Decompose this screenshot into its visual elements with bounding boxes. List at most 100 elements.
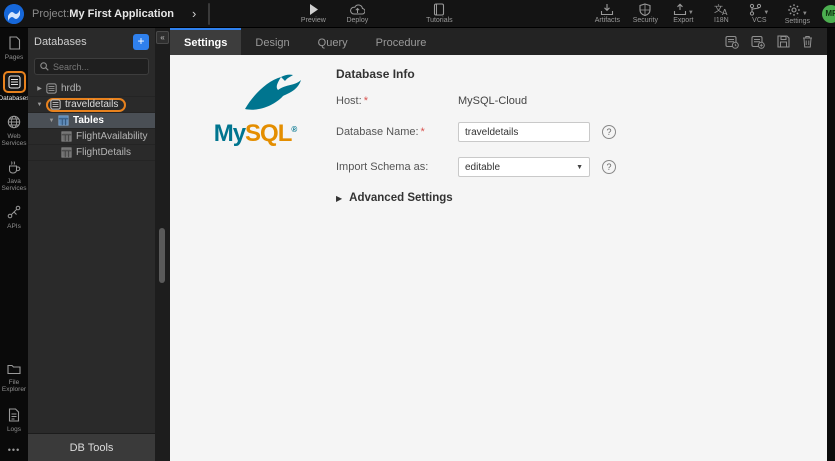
panel-collapse-strip: « xyxy=(155,28,170,461)
security-button[interactable]: Security xyxy=(630,3,660,24)
vcs-button[interactable]: ▼ VCS xyxy=(744,3,774,24)
help-icon[interactable]: ? xyxy=(602,125,616,139)
databases-panel: Databases + ▶ hrdb ▼ traveldetails ▼ xyxy=(28,28,155,461)
database-search[interactable] xyxy=(34,58,149,75)
add-database-button[interactable]: + xyxy=(133,34,149,50)
sidebar-item-apis[interactable]: APIs xyxy=(0,203,28,230)
database-icon xyxy=(50,99,61,110)
branch-icon xyxy=(750,3,762,16)
search-icon xyxy=(40,62,49,71)
page-icon xyxy=(209,4,210,24)
host-row: Host: * MySQL-Cloud xyxy=(336,95,616,107)
gear-icon xyxy=(788,3,800,16)
database-sync-icon xyxy=(751,35,765,49)
save-button[interactable] xyxy=(777,35,790,48)
database-icon xyxy=(46,83,57,94)
globe-icon xyxy=(4,113,24,131)
preview-button[interactable]: Preview xyxy=(298,3,328,24)
tree-item-hrdb[interactable]: ▶ hrdb xyxy=(28,81,155,97)
main-area: Settings Design Query Procedure MySQL® D… xyxy=(170,28,827,461)
breadcrumb-chevron-icon: › xyxy=(192,6,197,21)
log-file-icon xyxy=(5,406,23,424)
page-icon xyxy=(5,34,24,52)
required-asterisk: * xyxy=(363,95,368,107)
table-icon xyxy=(61,131,72,142)
database-name-input[interactable] xyxy=(458,122,590,142)
translate-icon: 文A xyxy=(714,3,728,16)
scrollbar-thumb[interactable] xyxy=(159,228,165,283)
delete-button[interactable] xyxy=(802,35,813,48)
api-connector-icon xyxy=(4,203,24,221)
cloud-upload-icon xyxy=(349,4,365,15)
sidebar-more-button[interactable]: ••• xyxy=(8,445,20,459)
tab-settings[interactable]: Settings xyxy=(170,28,242,55)
search-input[interactable] xyxy=(53,61,143,72)
svg-text:A: A xyxy=(722,8,728,16)
table-icon xyxy=(61,147,72,158)
table-icon xyxy=(58,115,69,126)
tab-query[interactable]: Query xyxy=(304,28,362,55)
artifacts-button[interactable]: Artifacts xyxy=(592,3,622,24)
tree-item-flightavailability[interactable]: FlightAvailability xyxy=(28,129,155,145)
coffee-cup-icon xyxy=(4,158,24,176)
export-caret-icon: ▼ xyxy=(687,10,694,16)
upload-tray-icon xyxy=(673,3,686,16)
highlight-ring: traveldetails xyxy=(46,97,127,112)
page-tab-main[interactable]: Main xyxy=(208,2,211,25)
tree-item-flightdetails[interactable]: FlightDetails xyxy=(28,145,155,161)
right-edge-strip xyxy=(827,28,835,461)
sidebar-item-file-explorer[interactable]: File Explorer xyxy=(0,361,28,394)
sidebar-item-java-services[interactable]: Java Services xyxy=(0,158,28,193)
database-tree: ▶ hrdb ▼ traveldetails ▼ Tables FlightAv… xyxy=(28,81,155,433)
book-icon xyxy=(434,3,445,16)
user-avatar[interactable]: MP xyxy=(822,4,835,23)
database-clock-icon xyxy=(725,35,739,49)
mysql-dolphin-icon xyxy=(245,74,301,110)
db-tools-button[interactable]: DB Tools xyxy=(28,433,155,461)
sidebar-item-pages[interactable]: Pages xyxy=(0,34,28,61)
database-name-label: Database Name: * xyxy=(336,126,425,138)
import-schema-select[interactable]: editable ▼ xyxy=(458,157,590,177)
download-tray-icon xyxy=(601,4,614,16)
help-icon[interactable]: ? xyxy=(602,160,616,174)
wavemaker-logo-icon[interactable] xyxy=(4,3,24,24)
collapse-panel-button[interactable]: « xyxy=(156,31,169,44)
export-button[interactable]: ▼ Export xyxy=(668,3,698,24)
tree-item-tables[interactable]: ▼ Tables xyxy=(28,113,155,129)
section-title: Database Info xyxy=(336,67,415,81)
reimport-database-button[interactable] xyxy=(725,35,739,49)
sidebar-item-web-services[interactable]: Web Services xyxy=(0,113,28,148)
save-icon xyxy=(777,35,790,48)
database-tabbar: Settings Design Query Procedure xyxy=(170,28,827,55)
tab-procedure[interactable]: Procedure xyxy=(362,28,441,55)
databases-panel-title: Databases xyxy=(34,36,87,48)
i18n-button[interactable]: 文A I18N xyxy=(706,3,736,24)
settings-button[interactable]: ▼ Settings xyxy=(782,3,812,25)
advanced-settings-label: Advanced Settings xyxy=(349,192,453,204)
mysql-logo: MySQL® xyxy=(196,65,314,461)
advanced-settings-toggle[interactable]: ▶ Advanced Settings xyxy=(336,192,616,204)
chevron-right-icon: ▶ xyxy=(336,193,343,203)
settings-caret-icon: ▼ xyxy=(801,10,808,17)
play-icon xyxy=(309,4,318,15)
tutorials-button[interactable]: Tutorials xyxy=(424,3,454,24)
top-bar: Project:My First Application › Main Prev… xyxy=(0,0,835,28)
left-sidebar: Pages Databases Web Services Java Servic… xyxy=(0,28,30,461)
chevron-right-icon[interactable]: ▶ xyxy=(35,85,44,92)
sidebar-item-logs[interactable]: Logs xyxy=(0,406,28,433)
vcs-caret-icon: ▼ xyxy=(763,10,770,16)
required-asterisk: * xyxy=(420,126,425,138)
import-schema-row: Import Schema as: editable ▼ ? xyxy=(336,157,616,177)
chevron-down-icon[interactable]: ▼ xyxy=(47,118,56,124)
import-schema-label: Import Schema as: xyxy=(336,161,429,173)
update-database-button[interactable] xyxy=(751,35,765,49)
sidebar-item-databases[interactable]: Databases xyxy=(0,71,30,102)
database-name-row: Database Name:* ? xyxy=(336,122,616,142)
database-icon xyxy=(2,71,26,94)
deploy-button[interactable]: Deploy xyxy=(342,3,372,24)
tab-design[interactable]: Design xyxy=(241,28,303,55)
tree-item-traveldetails[interactable]: ▼ traveldetails xyxy=(28,97,155,113)
database-info-form: Database Info Host: * MySQL-Cloud Databas… xyxy=(336,65,616,461)
chevron-down-icon[interactable]: ▼ xyxy=(35,102,44,108)
shield-icon xyxy=(639,3,651,16)
